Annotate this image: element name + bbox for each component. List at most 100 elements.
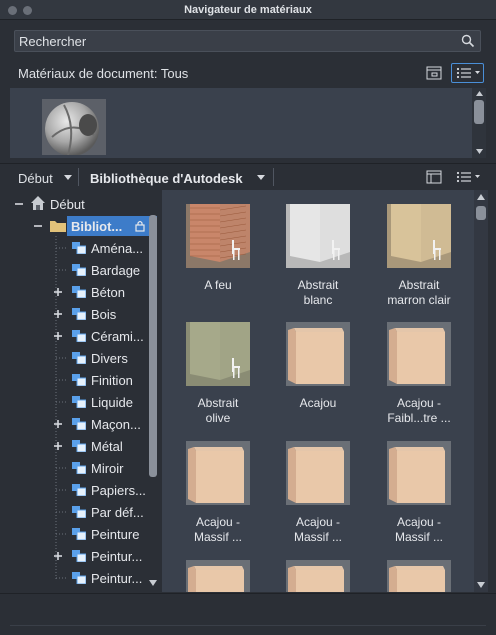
tree-connector	[56, 247, 68, 249]
tree-scroll-down-icon[interactable]	[149, 580, 157, 586]
material-caption: Acajou - Massif ...	[369, 515, 469, 545]
search-input[interactable]	[15, 31, 455, 51]
title-bar: Navigateur de matériaux	[0, 0, 496, 20]
tree-item[interactable]: Finition	[10, 369, 160, 391]
collapse-icon[interactable]	[33, 221, 43, 231]
scroll-up-icon[interactable]	[476, 91, 483, 96]
collapse-icon[interactable]	[14, 199, 24, 209]
material-category-icon	[72, 396, 86, 408]
material-name-line2: Faibl...tre ...	[387, 411, 451, 425]
search-icon[interactable]	[461, 34, 475, 48]
library-tree: Début Bibliot... Aména... Bardage Béton Boi…	[10, 190, 160, 592]
tree-connector	[56, 357, 68, 359]
minimize-window-button[interactable]	[23, 6, 32, 15]
scroll-down-icon[interactable]	[477, 582, 485, 588]
library-dropdown[interactable]: Bibliothèque d'Autodesk	[90, 171, 243, 186]
tree-root-home[interactable]: Début	[10, 193, 160, 215]
tree-item[interactable]: Métal	[10, 435, 160, 457]
tree-item[interactable]: Miroir	[10, 457, 160, 479]
material-thumbnail[interactable]	[268, 560, 368, 592]
expand-icon[interactable]	[53, 309, 63, 319]
tree-connector	[56, 379, 68, 381]
scrollbar-thumb[interactable]	[474, 100, 484, 124]
tree-item[interactable]: Divers	[10, 347, 160, 369]
material-name-line2: marron clair	[387, 293, 451, 307]
tree-item-label: Divers	[91, 351, 128, 366]
material-thumbnail[interactable]	[369, 560, 469, 592]
tree-item[interactable]: Peintur...	[10, 567, 160, 589]
material-category-icon	[72, 286, 86, 298]
library-panel-button[interactable]	[421, 167, 447, 187]
material-preview-image	[286, 204, 350, 268]
document-materials-label[interactable]: Matériaux de document: Tous	[18, 66, 188, 81]
document-pane-scrollbar[interactable]	[472, 88, 486, 158]
scroll-down-icon[interactable]	[476, 149, 483, 154]
tree-connector	[56, 401, 68, 403]
tree-scrollbar[interactable]	[148, 215, 158, 477]
tree-item[interactable]: Maçon...	[10, 413, 160, 435]
home-dropdown[interactable]: Début	[18, 171, 53, 186]
tree-item[interactable]: Aména...	[10, 237, 160, 259]
search-box[interactable]	[14, 30, 481, 52]
document-material-thumbnail[interactable]	[42, 99, 106, 155]
toggle-panel-button[interactable]	[421, 63, 447, 83]
scrollbar-thumb[interactable]	[476, 206, 486, 220]
tree-item-label: Peintur...	[91, 549, 143, 564]
material-preview-image	[186, 560, 250, 592]
tree-item-label: Peinture	[91, 527, 140, 542]
material-preview-image	[186, 322, 250, 386]
tree-item[interactable]: Peintur...	[10, 545, 160, 567]
tree-item[interactable]: Béton	[10, 281, 160, 303]
scrollbar-thumb[interactable]	[149, 215, 157, 477]
material-thumbnail[interactable]: Acajou	[268, 322, 368, 411]
window-controls[interactable]	[8, 6, 32, 15]
tree-library-node[interactable]: Bibliot...	[10, 215, 160, 237]
grid-scrollbar[interactable]	[474, 190, 488, 592]
material-category-icon	[72, 418, 86, 430]
expand-icon[interactable]	[53, 419, 63, 429]
divider	[273, 168, 274, 186]
tree-item[interactable]: Liquide	[10, 391, 160, 413]
material-thumbnail[interactable]: Acajou - Massif ...	[268, 441, 368, 545]
material-name-line2: blanc	[303, 293, 333, 307]
material-name-line1: Acajou -	[195, 515, 241, 529]
tree-item-label: Bois	[91, 307, 117, 322]
material-name-line1: Acajou -	[396, 396, 442, 410]
tree-item[interactable]: Papiers...	[10, 479, 160, 501]
material-caption: Acajou - Faibl...tre ...	[369, 396, 469, 426]
material-thumbnail[interactable]: Abstrait blanc	[268, 204, 368, 308]
material-thumbnail[interactable]: A feu	[168, 204, 268, 293]
tree-item[interactable]: Peinture	[10, 523, 160, 545]
material-category-icon	[72, 374, 86, 386]
close-window-button[interactable]	[8, 6, 17, 15]
material-thumbnail[interactable]: Acajou - Faibl...tre ...	[369, 322, 469, 426]
material-preview-image	[387, 322, 451, 386]
material-thumbnail[interactable]: Abstrait olive	[168, 322, 268, 426]
view-options-button[interactable]	[451, 63, 484, 83]
expand-icon[interactable]	[53, 551, 63, 561]
tree-item[interactable]: Par déf...	[10, 501, 160, 523]
home-dropdown-caret-icon[interactable]	[64, 175, 72, 180]
material-category-icon	[72, 264, 86, 276]
window-title: Navigateur de matériaux	[184, 3, 312, 16]
material-thumbnail[interactable]: Acajou - Massif ...	[168, 441, 268, 545]
tree-item[interactable]: Bois	[10, 303, 160, 325]
material-thumbnail[interactable]	[168, 560, 268, 592]
tree-connector	[56, 467, 68, 469]
tree-connector	[56, 577, 68, 579]
library-view-options-button[interactable]	[451, 167, 484, 187]
expand-icon[interactable]	[53, 287, 63, 297]
material-thumbnail[interactable]: Acajou - Massif ...	[369, 441, 469, 545]
material-caption: Acajou - Massif ...	[168, 515, 268, 545]
expand-icon[interactable]	[53, 441, 63, 451]
tree-item-label: Aména...	[91, 241, 144, 256]
library-dropdown-caret-icon[interactable]	[257, 175, 265, 180]
material-sphere-icon	[45, 102, 99, 155]
scroll-up-icon[interactable]	[477, 194, 485, 200]
tree-item[interactable]: Cérami...	[10, 325, 160, 347]
material-thumbnail[interactable]: Abstrait marron clair	[369, 204, 469, 308]
material-name-line2: Massif ...	[293, 530, 342, 544]
tree-item[interactable]: Bardage	[10, 259, 160, 281]
material-name-line1: Abstrait	[197, 396, 239, 410]
expand-icon[interactable]	[53, 331, 63, 341]
